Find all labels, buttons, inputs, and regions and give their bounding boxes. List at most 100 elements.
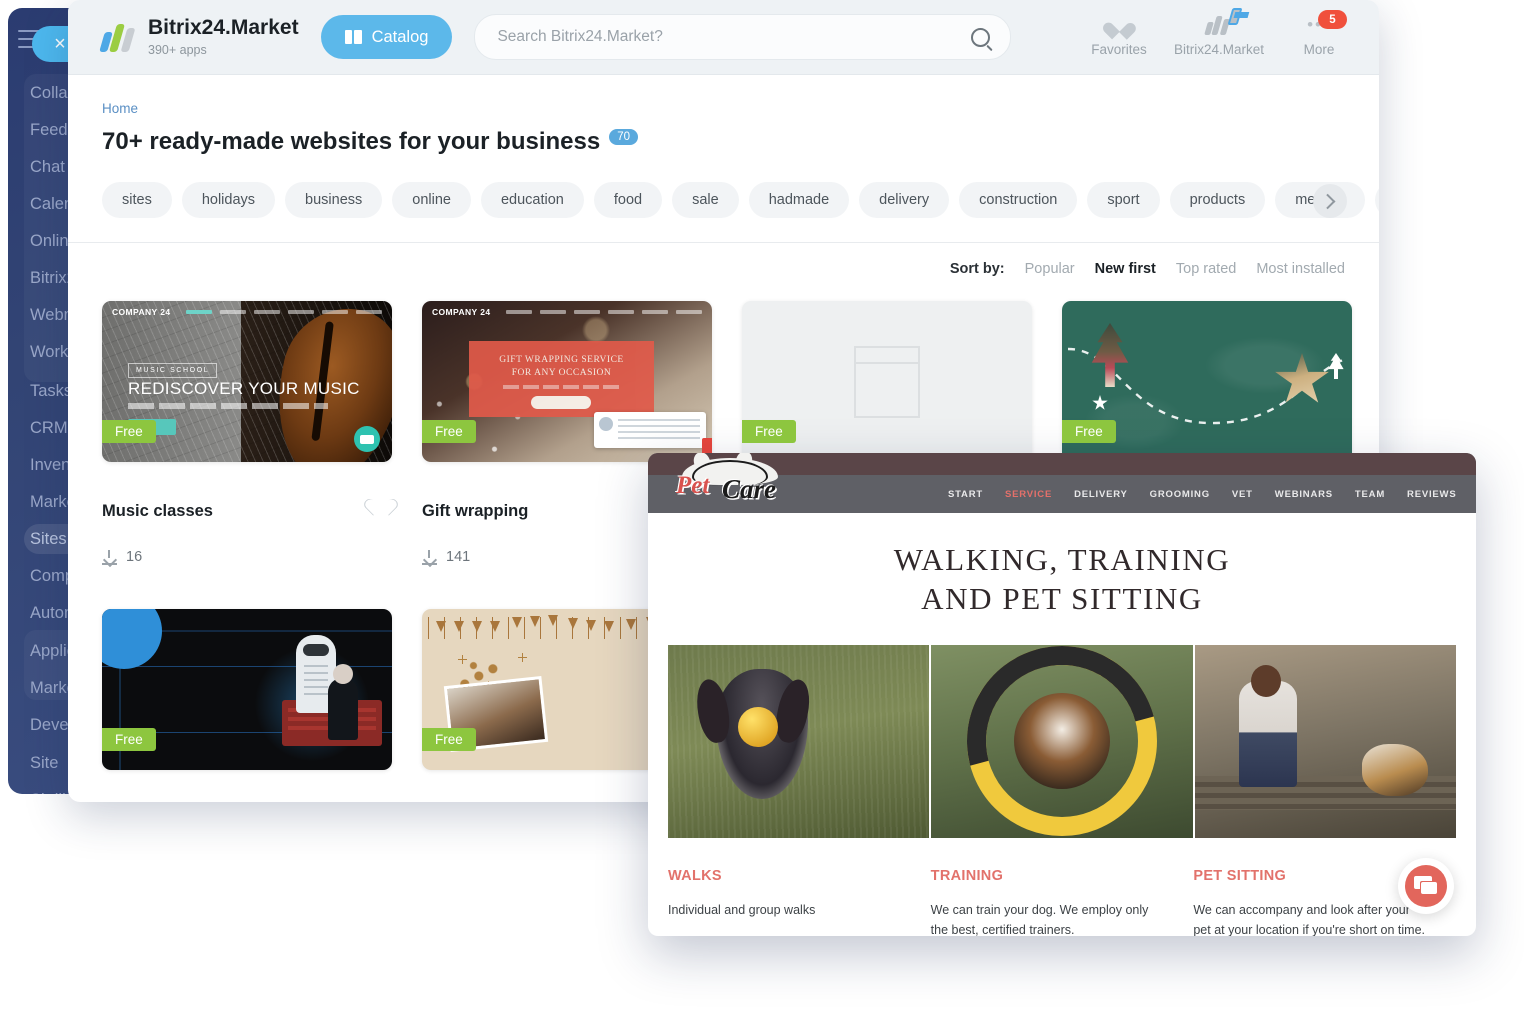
search-icon[interactable] — [971, 28, 990, 47]
sidebar-item-crm[interactable]: CRM — [30, 415, 68, 441]
heart-icon — [1109, 16, 1130, 35]
price-tag: Free — [1062, 420, 1116, 443]
service-walks: WALKS Individual and group walks Food, t… — [668, 868, 931, 937]
price-tag: Free — [102, 728, 156, 751]
battery-icon — [1228, 8, 1243, 25]
tag-food[interactable]: food — [594, 182, 662, 218]
thumb-heading: REDISCOVER YOUR MUSIC — [128, 379, 360, 399]
download-count-value: 16 — [126, 549, 142, 565]
photo-dog-running — [668, 645, 929, 838]
thumb-kicker: MUSIC SCHOOL — [128, 363, 217, 378]
service-pet-sitting-text-1: We can accompany and look after your pet… — [1193, 900, 1428, 937]
app-thumbnail[interactable]: Free — [102, 609, 392, 770]
sort-option-popular[interactable]: Popular — [1025, 261, 1075, 277]
petcare-services: WALKS Individual and group walks Food, t… — [668, 868, 1456, 937]
app-card-ai-course[interactable]: Free Artificial Intelligence Course — [102, 609, 392, 802]
petcare-nav: START SERVICE DELIVERY GROOMING VET WEBI… — [948, 475, 1476, 513]
service-training-text-1: We can train your dog. We employ only th… — [931, 900, 1166, 937]
tag-delivery[interactable]: delivery — [859, 182, 949, 218]
app-thumbnail[interactable]: COMPANY 24 MUSIC SCHOOL REDISCOVER YOUR … — [102, 301, 392, 462]
petcare-nav-team[interactable]: TEAM — [1355, 489, 1385, 500]
header-actions: Favorites Bitrix24.Market ••• More 5 — [1073, 8, 1365, 57]
thumb-company: COMPANY 24 — [432, 307, 490, 317]
tag-beauty[interactable]: beauty — [1375, 182, 1379, 218]
price-tag: Free — [422, 420, 476, 443]
tag-products[interactable]: products — [1170, 182, 1266, 218]
service-walks-heading: WALKS — [668, 868, 903, 884]
divider — [68, 242, 1379, 243]
tag-sport[interactable]: sport — [1087, 182, 1159, 218]
bitrix24-logo-icon — [102, 22, 136, 52]
price-tag: Free — [422, 728, 476, 751]
catalog-button-label: Catalog — [372, 28, 429, 47]
sidebar-item-site[interactable]: Site — [30, 750, 58, 776]
tag-sale[interactable]: sale — [672, 182, 739, 218]
app-card-music-classes[interactable]: COMPANY 24 MUSIC SCHOOL REDISCOVER YOUR … — [102, 301, 392, 565]
page-title: 70+ ready-made websites for your busines… — [102, 128, 600, 156]
page-count-badge: 70 — [609, 129, 638, 145]
app-thumbnail[interactable]: Free — [1062, 301, 1352, 462]
image-placeholder-icon — [854, 346, 920, 418]
petcare-nav-webinars[interactable]: WEBINARS — [1275, 489, 1333, 500]
petcare-nav-delivery[interactable]: DELIVERY — [1074, 489, 1128, 500]
service-walks-text-1: Individual and group walks — [668, 900, 903, 920]
header-more[interactable]: ••• More 5 — [1273, 8, 1365, 57]
catalog-button[interactable]: Catalog — [321, 15, 453, 59]
petcare-topbar: Pet Care START SERVICE DELIVERY GROOMING… — [648, 453, 1476, 513]
download-count: 16 — [102, 549, 392, 565]
tag-business[interactable]: business — [285, 182, 382, 218]
page-title-row: 70+ ready-made websites for your busines… — [102, 128, 1345, 156]
header-more-label: More — [1273, 42, 1365, 57]
tag-online[interactable]: online — [392, 182, 471, 218]
petcare-nav-reviews[interactable]: REVIEWS — [1407, 489, 1456, 500]
header-market-label: Bitrix24.Market — [1173, 42, 1265, 57]
petcare-logo-care: Care — [722, 474, 776, 505]
petcare-logo-pet: Pet — [676, 472, 709, 500]
header-favorites-label: Favorites — [1073, 42, 1165, 57]
petcare-photo-strip — [668, 645, 1456, 838]
sort-label: Sort by: — [950, 261, 1005, 277]
tag-construction[interactable]: construction — [959, 182, 1077, 218]
price-tag: Free — [102, 420, 156, 443]
petcare-hero-title-line2: AND PET SITTING — [648, 580, 1476, 619]
book-icon — [345, 30, 362, 44]
sort-option-top-rated[interactable]: Top rated — [1176, 261, 1236, 277]
favorite-heart-icon[interactable] — [370, 800, 392, 803]
header-market[interactable]: Bitrix24.Market — [1173, 8, 1265, 57]
tag-hadmade[interactable]: hadmade — [749, 182, 849, 218]
petcare-nav-grooming[interactable]: GROOMING — [1150, 489, 1210, 500]
header-favorites[interactable]: Favorites — [1073, 8, 1165, 57]
app-thumbnail[interactable]: COMPANY 24 GIFT WRAPPING SERVICE FOR ANY… — [422, 301, 712, 462]
petcare-nav-service[interactable]: SERVICE — [1005, 489, 1052, 500]
sidebar-item-skrill[interactable]: Skrill — [30, 787, 66, 794]
search-input[interactable] — [495, 27, 971, 47]
petcare-nav-vet[interactable]: VET — [1232, 489, 1253, 500]
app-thumbnail[interactable]: Free — [742, 301, 1032, 462]
photo-woman-with-dog — [1195, 645, 1456, 838]
sort-option-most-installed[interactable]: Most installed — [1256, 261, 1345, 277]
chat-bubble-icon[interactable] — [1398, 858, 1454, 914]
brand-subtitle: 390+ apps — [148, 43, 299, 57]
app-card-title: Gift wrapping — [422, 502, 528, 521]
petcare-nav-start[interactable]: START — [948, 489, 983, 500]
market-logo-icon — [1206, 15, 1232, 35]
download-count-value: 141 — [446, 549, 470, 565]
tag-holidays[interactable]: holidays — [182, 182, 275, 218]
search-bar[interactable] — [474, 14, 1011, 60]
brand[interactable]: Bitrix24.Market 390+ apps — [102, 17, 299, 56]
price-tag: Free — [742, 420, 796, 443]
chevron-right-icon[interactable] — [1313, 184, 1347, 218]
thumb-heading-line2: FOR ANY OCCASION — [469, 368, 654, 378]
service-walks-text-2: Food, treats and belly rubbing included! — [668, 936, 903, 937]
sort-option-new-first[interactable]: New first — [1095, 261, 1156, 277]
petcare-preview-window: Pet Care START SERVICE DELIVERY GROOMING… — [648, 453, 1476, 936]
petcare-hero-title: WALKING, TRAINING AND PET SITTING — [648, 541, 1476, 619]
favorite-heart-icon[interactable] — [370, 492, 392, 512]
photo-dog-in-ring — [931, 645, 1192, 838]
sidebar-item-feed[interactable]: Feed — [30, 117, 68, 143]
tag-education[interactable]: education — [481, 182, 584, 218]
tag-sites[interactable]: sites — [102, 182, 172, 218]
petcare-logo[interactable]: Pet Care — [672, 458, 792, 508]
download-icon — [102, 550, 117, 565]
breadcrumb[interactable]: Home — [102, 101, 1345, 116]
